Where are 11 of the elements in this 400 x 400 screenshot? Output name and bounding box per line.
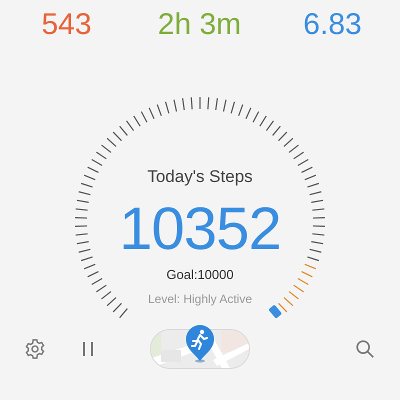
pause-icon[interactable] [80, 340, 96, 358]
gauge-title: Today's Steps [147, 166, 253, 188]
goal-text: Goal:10000 [166, 266, 234, 284]
stat-value: 6.83 [302, 7, 363, 43]
step-count: 10352 [119, 198, 281, 260]
search-icon[interactable] [354, 338, 376, 360]
settings-icon[interactable] [24, 338, 46, 360]
stat-value: 543 [40, 7, 93, 43]
activity-level: Level: Highly Active [148, 291, 252, 307]
runner-pin-icon [184, 323, 216, 363]
stat-value: 2h 3m [156, 7, 242, 43]
